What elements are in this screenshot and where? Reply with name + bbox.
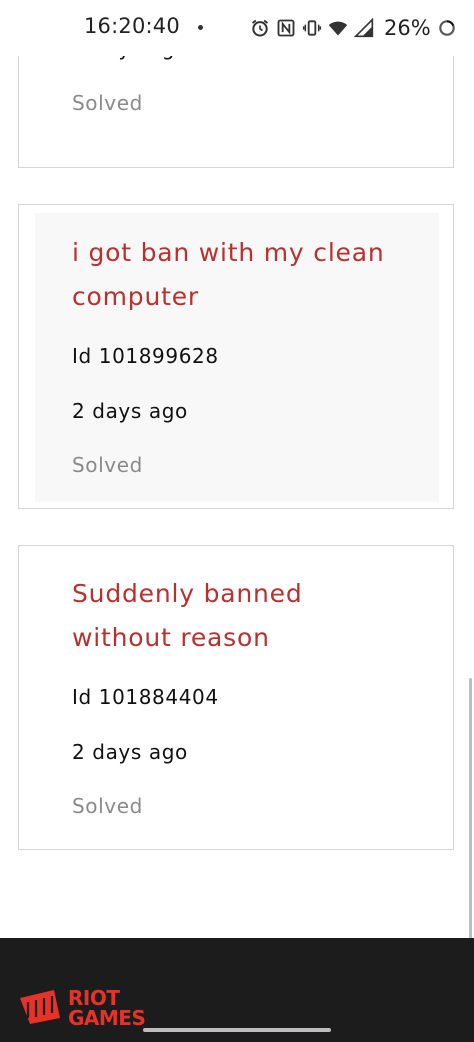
scrollbar-thumb[interactable] xyxy=(469,678,472,940)
ticket-title-line: computer xyxy=(72,282,199,311)
wifi-icon xyxy=(328,21,348,36)
riot-games-wordmark: RIOT GAMES xyxy=(68,986,146,1030)
vibrate-icon xyxy=(302,20,322,36)
ticket-title-line: Suddenly banned xyxy=(72,579,303,608)
brand-line: GAMES xyxy=(68,1006,146,1030)
status-bar: 16:20:40 26% xyxy=(0,0,474,56)
home-indicator[interactable] xyxy=(143,1028,331,1032)
ticket-title-line: without reason xyxy=(72,623,270,652)
ticket-status: Solved xyxy=(72,91,143,115)
signal-icon xyxy=(354,18,374,38)
ticket-id: Id 101884404 xyxy=(72,685,219,709)
ticket-status: Solved xyxy=(72,453,143,477)
ticket-id: Id 101899628 xyxy=(72,344,219,368)
ticket-title-line: i got ban with my clean xyxy=(72,238,385,267)
status-icons: 26% xyxy=(250,16,457,40)
ticket-date: 2 days ago xyxy=(72,740,188,764)
riot-games-logo[interactable]: RIOT GAMES xyxy=(18,986,146,1030)
battery-percentage: 26% xyxy=(384,16,431,40)
battery-icon xyxy=(438,20,455,36)
ticket-list[interactable]: 2 days ago Solved i got ban with my clea… xyxy=(0,0,474,1042)
status-time: 16:20:40 xyxy=(84,14,180,38)
nfc-icon xyxy=(277,19,295,37)
brand-line: RIOT xyxy=(68,986,120,1010)
ticket-title[interactable]: Suddenly banned without reason xyxy=(72,572,412,660)
ticket-title[interactable]: i got ban with my clean computer xyxy=(72,231,412,319)
ticket-status: Solved xyxy=(72,794,143,818)
ticket-date: 2 days ago xyxy=(72,399,188,423)
ticket-card[interactable]: Suddenly banned without reason Id 101884… xyxy=(18,545,454,850)
alarm-icon xyxy=(251,19,269,37)
notification-dot-icon xyxy=(198,25,203,30)
ticket-card[interactable]: i got ban with my clean computer Id 1018… xyxy=(18,204,454,509)
riot-fist-icon xyxy=(20,990,60,1024)
footer: RIOT GAMES xyxy=(0,938,474,1042)
